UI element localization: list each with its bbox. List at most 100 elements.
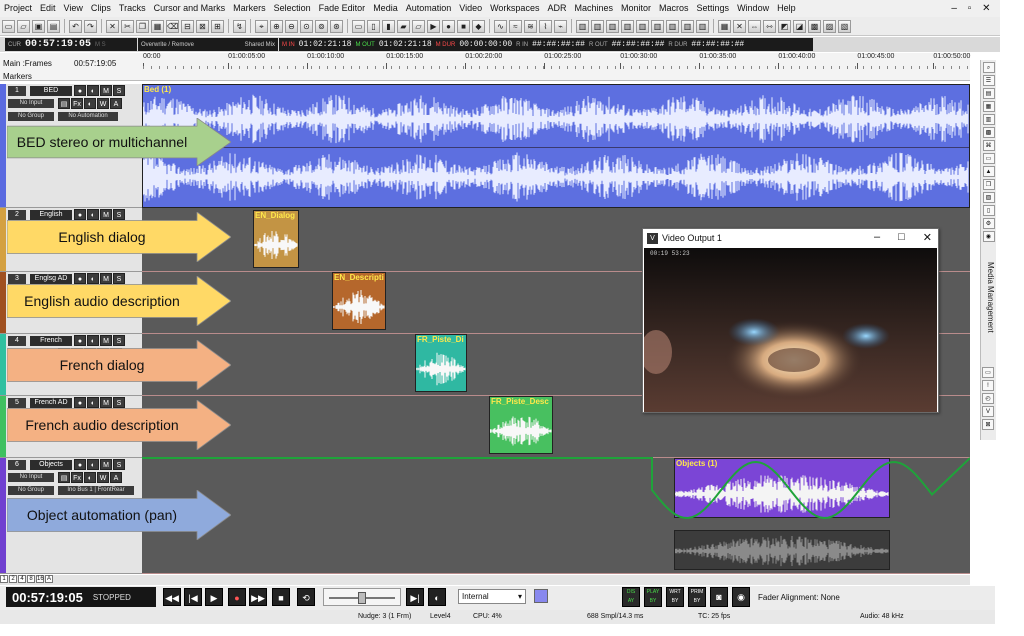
clip-fade-icon[interactable]: ◪ bbox=[793, 19, 806, 33]
video-minimize-icon[interactable]: – bbox=[874, 231, 880, 244]
track-input[interactable]: No Input bbox=[8, 473, 54, 482]
solo-button[interactable]: S bbox=[113, 85, 125, 96]
record-icon[interactable]: ● bbox=[228, 588, 246, 606]
menu-window[interactable]: Window bbox=[733, 0, 773, 17]
meter-1-icon[interactable]: ▥ bbox=[576, 19, 589, 33]
menu-help[interactable]: Help bbox=[773, 0, 800, 17]
input-monitor-icon[interactable]: ◐ bbox=[87, 85, 99, 96]
meter-2-icon[interactable]: ▥ bbox=[591, 19, 604, 33]
menu-settings[interactable]: Settings bbox=[693, 0, 734, 17]
loop-icon[interactable]: ⟲ bbox=[297, 588, 315, 606]
shuttle-slider[interactable] bbox=[323, 588, 401, 606]
play-icon[interactable]: ▶ bbox=[205, 588, 223, 606]
meter-3-icon[interactable]: ▥ bbox=[606, 19, 619, 33]
mode-button-3[interactable]: WRT BY bbox=[666, 587, 684, 607]
menu-media[interactable]: Media bbox=[369, 0, 402, 17]
region-link-icon[interactable]: ▰ bbox=[397, 19, 410, 33]
window-icon[interactable]: ▭ bbox=[982, 367, 994, 378]
edit-cursor-icon[interactable]: ⌖ bbox=[255, 19, 268, 33]
media-management-tab[interactable]: Media Management bbox=[981, 262, 995, 362]
insert-icon[interactable]: ▤ bbox=[58, 472, 70, 483]
m-dur-value[interactable]: 00:00:00:00 bbox=[459, 40, 512, 49]
menu-macros[interactable]: Macros bbox=[655, 0, 693, 17]
camera-icon[interactable]: ◙ bbox=[710, 587, 728, 607]
meter-5-icon[interactable]: ▥ bbox=[636, 19, 649, 33]
region-stop-icon[interactable]: ■ bbox=[457, 19, 470, 33]
search-icon[interactable]: ⌕ bbox=[982, 62, 995, 73]
zoom-level-button[interactable]: 8 bbox=[27, 575, 35, 583]
clip-gain-icon[interactable]: ◩ bbox=[778, 19, 791, 33]
write-button[interactable]: W bbox=[97, 472, 109, 483]
menu-monitor[interactable]: Monitor bbox=[617, 0, 655, 17]
info-icon[interactable]: ! bbox=[982, 380, 994, 391]
video-maximize-icon[interactable]: □ bbox=[898, 231, 905, 244]
timeline-ruler[interactable]: Main :Frames 00:57:19:05 Markers 00:00 01… bbox=[0, 53, 970, 81]
color-swatch[interactable] bbox=[534, 589, 548, 603]
send-icon[interactable]: ◐ bbox=[84, 472, 96, 483]
input-monitor-icon[interactable]: ◐ bbox=[87, 459, 99, 470]
folder-icon[interactable]: ▭ bbox=[982, 153, 995, 164]
clip-color-icon[interactable]: ▧ bbox=[838, 19, 851, 33]
main-timecode-display[interactable]: 00:57:19:05 STOPPED bbox=[6, 587, 156, 607]
insert-icon[interactable]: ▤ bbox=[58, 98, 70, 109]
menu-tracks[interactable]: Tracks bbox=[115, 0, 150, 17]
mode-button-4[interactable]: PRIM BY bbox=[688, 587, 706, 607]
mute-button[interactable]: M bbox=[100, 459, 112, 470]
meter-6-icon[interactable]: ▥ bbox=[651, 19, 664, 33]
minimize-button[interactable]: – bbox=[951, 3, 957, 14]
video-icon[interactable]: V bbox=[982, 406, 994, 417]
region-record-icon[interactable]: ● bbox=[442, 19, 455, 33]
menu-clips[interactable]: Clips bbox=[87, 0, 115, 17]
trim-icon[interactable]: ⊟ bbox=[181, 19, 194, 33]
zoom-in-icon[interactable]: ⊕ bbox=[270, 19, 283, 33]
mode-button-2[interactable]: PLAY BY bbox=[644, 587, 662, 607]
r-out-value[interactable]: ##:##:##:## bbox=[612, 40, 665, 49]
tag-icon[interactable]: ⌘ bbox=[982, 140, 995, 151]
menu-view[interactable]: View bbox=[60, 0, 87, 17]
paste-icon[interactable]: ▦ bbox=[151, 19, 164, 33]
rewind-icon[interactable]: ◀◀ bbox=[163, 588, 181, 606]
zoom-level-button[interactable]: 4 bbox=[18, 575, 26, 583]
automation-write-icon[interactable]: ≋ bbox=[524, 19, 537, 33]
menu-fade-editor[interactable]: Fade Editor bbox=[315, 0, 370, 17]
chart-icon[interactable]: ▨ bbox=[982, 192, 995, 203]
shuttle-knob[interactable] bbox=[358, 592, 366, 604]
list-icon[interactable]: ☰ bbox=[982, 75, 995, 86]
copy-icon[interactable]: ❐ bbox=[982, 179, 995, 190]
automation-icon[interactable]: ∿ bbox=[494, 19, 507, 33]
meter-4-icon[interactable]: ▥ bbox=[621, 19, 634, 33]
track-input[interactable]: No Input bbox=[8, 99, 54, 108]
audio-clip[interactable]: FR_Piste_Desc bbox=[489, 396, 553, 454]
bin-icon[interactable]: ▤ bbox=[982, 88, 995, 99]
step-back-icon[interactable]: |◀ bbox=[184, 588, 202, 606]
audio-clip[interactable]: EN_Dialog bbox=[253, 210, 299, 268]
record-arm-icon[interactable]: ● bbox=[74, 459, 86, 470]
zoom-fit-icon[interactable]: ⊙ bbox=[300, 19, 313, 33]
delete-clip-icon[interactable]: ✕ bbox=[733, 19, 746, 33]
write-button[interactable]: W bbox=[97, 98, 109, 109]
fast-forward-icon[interactable]: ▶▶ bbox=[249, 588, 267, 606]
video-close-icon[interactable]: ✕ bbox=[923, 231, 932, 244]
sync-icon[interactable]: ◉ bbox=[732, 587, 750, 607]
zoom-all-icon[interactable]: ⊛ bbox=[330, 19, 343, 33]
cross-icon[interactable]: ⊠ bbox=[982, 419, 994, 430]
save-icon[interactable]: ▣ bbox=[32, 19, 45, 33]
fx-button[interactable]: Fx bbox=[71, 98, 83, 109]
region-select-icon[interactable]: ▯ bbox=[367, 19, 380, 33]
stop-icon[interactable]: ■ bbox=[272, 588, 290, 606]
grid-icon[interactable]: ▩ bbox=[982, 127, 995, 138]
m-out-value[interactable]: 01:02:21:18 bbox=[379, 40, 432, 49]
menu-workspaces[interactable]: Workspaces bbox=[486, 0, 543, 17]
meter-7-icon[interactable]: ▥ bbox=[666, 19, 679, 33]
audio-clip-ghost[interactable] bbox=[674, 530, 890, 570]
menu-video[interactable]: Video bbox=[455, 0, 486, 17]
fx-button[interactable]: Fx bbox=[71, 472, 83, 483]
grid-icon[interactable]: ▦ bbox=[718, 19, 731, 33]
track-name[interactable]: Objects bbox=[30, 460, 72, 470]
jump-end-icon[interactable]: ▶| bbox=[406, 588, 424, 606]
region-mark-icon[interactable]: ◆ bbox=[472, 19, 485, 33]
menu-selection[interactable]: Selection bbox=[270, 0, 315, 17]
menu-automation[interactable]: Automation bbox=[402, 0, 456, 17]
r-in-value[interactable]: ##:##:##:## bbox=[532, 40, 585, 49]
audio-clip[interactable]: Bed (1) bbox=[142, 84, 970, 208]
